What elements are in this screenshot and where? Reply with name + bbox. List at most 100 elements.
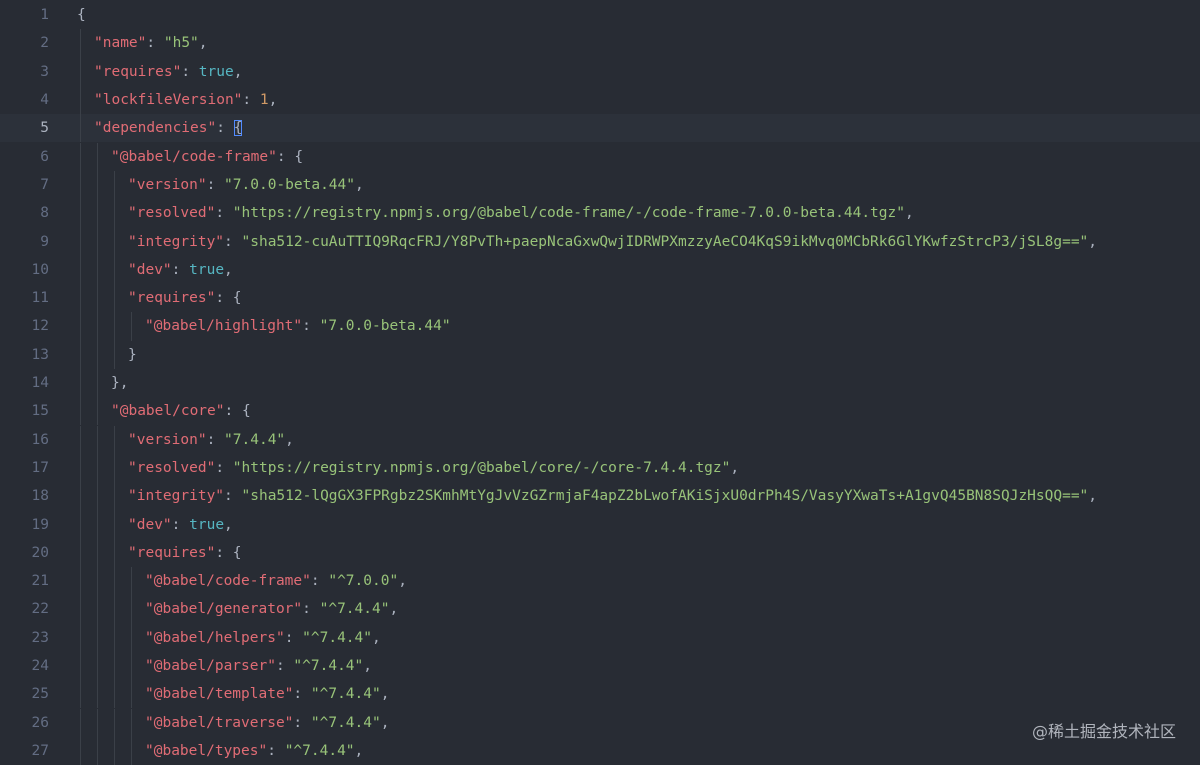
json-punctuation: : (215, 459, 233, 476)
code-text[interactable]: "integrity": "sha512-cuAuTTIQ9RqcFRJ/Y8P… (49, 227, 1200, 256)
json-key: "integrity" (128, 488, 225, 505)
indent-guide (114, 284, 115, 313)
indent-guide (114, 453, 115, 483)
code-text[interactable]: "requires": { (49, 538, 1200, 567)
code-text[interactable]: "requires": true, (49, 57, 1200, 86)
json-key: "integrity" (128, 233, 225, 250)
json-punctuation: : (275, 658, 294, 675)
code-text[interactable]: "@babel/parser": "^7.4.4", (49, 651, 1200, 681)
code-line[interactable]: 14}, (0, 368, 1200, 398)
code-text[interactable]: "@babel/generator": "^7.4.4", (49, 595, 1200, 624)
code-text[interactable]: "@babel/template": "^7.4.4", (49, 680, 1200, 709)
code-line[interactable]: 6 "@babel/code-frame": { (0, 142, 1200, 171)
json-key: "resolved" (128, 459, 216, 476)
code-line[interactable]: 3 "requires": true, (0, 57, 1200, 86)
indent-guide (131, 312, 132, 341)
code-line[interactable]: 15 "@babel/core": { (0, 397, 1200, 426)
code-text[interactable]: "dev": true, (49, 510, 1200, 539)
code-text[interactable]: "@babel/code-frame": { (49, 142, 1200, 171)
code-text[interactable]: "version": "7.0.0-beta.44", (49, 170, 1200, 200)
indent-guide (80, 340, 81, 369)
code-line[interactable]: 9 "integrity": "sha512-cuAuTTIQ9RqcFRJ/Y8… (0, 227, 1200, 256)
code-text[interactable]: "version": "7.4.4", (49, 425, 1200, 454)
code-line[interactable]: 22 "@babel/generator": "^7.4.4", (0, 595, 1200, 624)
json-punctuation: : (302, 601, 320, 618)
code-text[interactable]: "dev": true, (49, 255, 1200, 284)
code-text[interactable]: "name": "h5", (49, 29, 1200, 58)
indent-guide (80, 651, 81, 681)
code-line[interactable]: 5 "dependencies": { (0, 114, 1200, 143)
json-punctuation: , (224, 261, 233, 278)
json-key: "@babel/core" (111, 403, 225, 420)
code-line[interactable]: 2 "name": "h5", (0, 29, 1200, 58)
code-line[interactable]: 7 "version": "7.0.0-beta.44", (0, 170, 1200, 200)
json-punctuation: : (267, 742, 285, 759)
json-string: "^7.4.4" (310, 686, 381, 703)
indent-guide (80, 482, 81, 511)
indent-guide (80, 284, 81, 313)
code-line[interactable]: 17 "resolved": "https://registry.npmjs.or… (0, 453, 1200, 483)
json-punctuation: , (354, 742, 364, 759)
json-punctuation: , (904, 205, 914, 222)
json-string: "^7.4.4" (302, 629, 372, 646)
indent-guide (97, 623, 98, 652)
line-number: 16 (31, 431, 49, 448)
json-string: "https://registry.npmjs.org/@babel/core/… (232, 459, 731, 476)
code-editor[interactable]: 1{2 "name": "h5", 3 "requires": true, 4 "lock… (0, 0, 1200, 765)
code-line[interactable]: 12 "@babel/highlight": "7.0.0-beta.44" (0, 312, 1200, 341)
indent-guide (97, 425, 98, 454)
line-number: 22 (31, 601, 49, 618)
code-text[interactable]: } (49, 340, 1200, 369)
json-punctuation: : (293, 714, 311, 731)
code-line[interactable]: 26 "@babel/traverse": "^7.4.4", (0, 708, 1200, 737)
indent-guide (80, 170, 81, 200)
code-text[interactable]: "@babel/types": "^7.4.4", (49, 736, 1200, 765)
code-text[interactable]: "@babel/helpers": "^7.4.4", (49, 623, 1200, 652)
line-number: 27 (31, 742, 49, 759)
indent-guide (114, 708, 115, 737)
json-number: 1 (259, 92, 269, 109)
code-line[interactable]: 13} (0, 340, 1200, 369)
json-string: "^7.4.4" (284, 742, 355, 759)
indent-guide (97, 397, 98, 426)
code-text[interactable]: "dependencies": { (49, 114, 1200, 143)
indent-guide (80, 453, 81, 483)
code-line[interactable]: 1{ (0, 1, 1200, 29)
json-punctuation: , (380, 714, 390, 731)
json-string: "h5" (163, 35, 199, 52)
indent-guide (80, 114, 81, 143)
code-line[interactable]: 16 "version": "7.4.4", (0, 425, 1200, 454)
code-line[interactable]: 24 "@babel/parser": "^7.4.4", (0, 651, 1200, 681)
json-punctuation: : { (215, 544, 242, 561)
code-text[interactable]: "@babel/traverse": "^7.4.4", (49, 708, 1200, 737)
json-key: "version" (128, 431, 207, 448)
indent-guide (114, 595, 115, 624)
code-text[interactable]: }, (49, 368, 1200, 398)
code-line[interactable]: 11 "requires": { (0, 284, 1200, 313)
code-line[interactable]: 19 "dev": true, (0, 510, 1200, 539)
code-text[interactable]: "@babel/core": { (49, 397, 1200, 426)
json-key: "version" (128, 176, 207, 193)
code-text[interactable]: "requires": { (49, 284, 1200, 313)
code-line[interactable]: 10 "dev": true, (0, 255, 1200, 284)
json-string: "7.0.0-beta.44" (319, 318, 451, 335)
code-line[interactable]: 25 "@babel/template": "^7.4.4", (0, 680, 1200, 709)
code-line[interactable]: 23 "@babel/helpers": "^7.4.4", (0, 623, 1200, 652)
indent-guide (97, 651, 98, 681)
code-line[interactable]: 18 "integrity": "sha512-lQgGX3FPRgbz2SKmh… (0, 482, 1200, 511)
code-line[interactable]: 21 "@babel/code-frame": "^7.0.0", (0, 567, 1200, 596)
code-text[interactable]: "resolved": "https://registry.npmjs.org/… (49, 199, 1200, 228)
code-line[interactable]: 4 "lockfileVersion": 1, (0, 85, 1200, 115)
code-line[interactable]: 8 "resolved": "https://registry.npmjs.org… (0, 199, 1200, 228)
code-text[interactable]: "lockfileVersion": 1, (49, 85, 1200, 115)
code-line[interactable]: 20 "requires": { (0, 538, 1200, 567)
json-punctuation: : (181, 63, 199, 80)
code-text[interactable]: "@babel/highlight": "7.0.0-beta.44" (49, 312, 1200, 341)
code-text[interactable]: "resolved": "https://registry.npmjs.org/… (49, 453, 1200, 483)
code-text[interactable]: "@babel/code-frame": "^7.0.0", (49, 567, 1200, 596)
indent-guide (97, 227, 98, 256)
code-text[interactable]: "integrity": "sha512-lQgGX3FPRgbz2SKmhMt… (49, 482, 1200, 511)
line-number: 7 (40, 176, 49, 193)
code-text[interactable]: { (49, 1, 1200, 29)
code-line[interactable]: 27 "@babel/types": "^7.4.4", (0, 736, 1200, 765)
